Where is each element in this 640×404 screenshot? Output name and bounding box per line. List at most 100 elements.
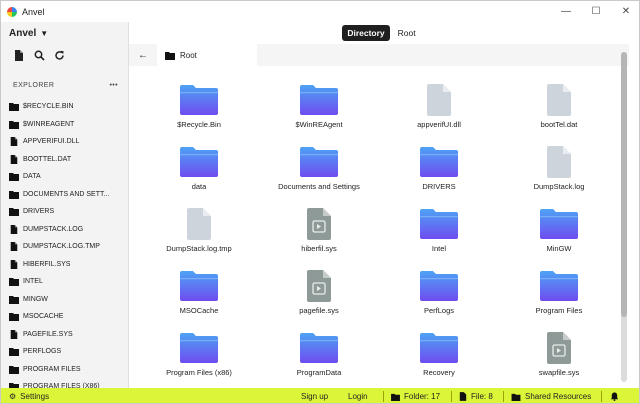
grid-item-label: MinGW bbox=[546, 244, 572, 253]
grid-item-icon bbox=[299, 330, 339, 364]
grid-item-icon bbox=[306, 206, 332, 240]
refresh-icon[interactable] bbox=[53, 50, 65, 64]
tab-root[interactable]: Root bbox=[398, 28, 416, 38]
notification-bell-icon[interactable] bbox=[610, 392, 619, 401]
grid-item-icon bbox=[546, 144, 572, 178]
folder-icon bbox=[9, 365, 19, 374]
grid-item[interactable]: Intel bbox=[379, 206, 499, 268]
grid-item[interactable]: $Recycle.Bin bbox=[139, 82, 259, 144]
folder-icon bbox=[9, 348, 19, 357]
file-icon bbox=[459, 392, 467, 401]
sidebar-item[interactable]: DUMPSTACK.LOG bbox=[1, 221, 128, 239]
sign-up-link[interactable]: Sign up bbox=[301, 392, 328, 401]
grid-item-label: Documents and Settings bbox=[278, 182, 360, 191]
folder-icon bbox=[180, 271, 218, 301]
maximize-button[interactable]: ☐ bbox=[581, 1, 611, 22]
status-divider bbox=[383, 391, 384, 402]
vertical-scrollbar[interactable] bbox=[621, 52, 627, 382]
folder-icon bbox=[420, 209, 458, 239]
document-icon bbox=[427, 84, 451, 116]
grid-item-icon bbox=[546, 82, 572, 116]
grid-item-icon bbox=[179, 268, 219, 302]
grid-item-label: $WinREAgent bbox=[295, 120, 343, 129]
status-divider bbox=[601, 391, 602, 402]
sidebar-item[interactable]: INTEL bbox=[1, 273, 128, 291]
sidebar-item[interactable]: DUMPSTACK.LOG.TMP bbox=[1, 238, 128, 256]
folder-icon bbox=[391, 393, 400, 401]
folder-icon bbox=[540, 271, 578, 301]
sidebar-item[interactable]: MINGW bbox=[1, 291, 128, 309]
sidebar-item[interactable]: $WINREAGENT bbox=[1, 116, 128, 134]
folder-icon bbox=[165, 51, 175, 60]
login-link[interactable]: Login bbox=[348, 392, 368, 401]
system-file-icon bbox=[547, 332, 571, 364]
grid-item[interactable]: PerfLogs bbox=[379, 268, 499, 330]
file-icon bbox=[10, 224, 18, 234]
grid-item[interactable]: DumpStack.log bbox=[499, 144, 619, 206]
shared-folder-icon bbox=[511, 393, 521, 401]
settings-button[interactable]: ⚙ Settings bbox=[9, 392, 49, 401]
grid-item[interactable]: data bbox=[139, 144, 259, 206]
view-tabs: Directory Root bbox=[129, 22, 629, 44]
file-grid: $Recycle.Bin $WinREAgent appverifUI.dll boo… bbox=[139, 82, 619, 392]
grid-item[interactable]: Recovery bbox=[379, 330, 499, 392]
grid-item[interactable]: appverifUI.dll bbox=[379, 82, 499, 144]
grid-item[interactable]: Program Files bbox=[499, 268, 619, 330]
grid-item[interactable]: hiberfil.sys bbox=[259, 206, 379, 268]
workspace-selector[interactable]: Anvel ▼ bbox=[1, 22, 128, 44]
grid-item[interactable]: DumpStack.log.tmp bbox=[139, 206, 259, 268]
folder-icon bbox=[180, 147, 218, 177]
sidebar-item[interactable]: PAGEFILE.SYS bbox=[1, 326, 128, 344]
sidebar-item[interactable]: DATA bbox=[1, 168, 128, 186]
more-options-icon[interactable]: ••• bbox=[109, 82, 118, 89]
sidebar-item[interactable]: $RECYCLE.BIN bbox=[1, 98, 128, 116]
sidebar-item[interactable]: PERFLOGS bbox=[1, 343, 128, 361]
sidebar-item[interactable]: HIBERFIL.SYS bbox=[1, 256, 128, 274]
status-divider bbox=[503, 391, 504, 402]
grid-item-icon bbox=[419, 144, 459, 178]
grid-item-label: ProgramData bbox=[296, 368, 342, 377]
back-arrow-icon[interactable]: ← bbox=[129, 50, 157, 61]
sidebar-item[interactable]: DOCUMENTS AND SETT... bbox=[1, 186, 128, 204]
file-icon bbox=[10, 329, 18, 339]
sidebar-item[interactable]: PROGRAM FILES bbox=[1, 361, 128, 379]
close-button[interactable]: ✕ bbox=[611, 1, 639, 22]
grid-item[interactable]: MSOCache bbox=[139, 268, 259, 330]
status-bar: ⚙ Settings Sign up Login Folder: 17 File… bbox=[1, 388, 639, 403]
sidebar-item[interactable]: BOOTTEL.DAT bbox=[1, 151, 128, 169]
grid-item-label: Intel bbox=[431, 244, 447, 253]
sidebar-item[interactable]: MSOCACHE bbox=[1, 308, 128, 326]
shared-resources-label: Shared Resources bbox=[525, 392, 592, 401]
grid-item-icon bbox=[419, 268, 459, 302]
grid-item[interactable]: swapfile.sys bbox=[499, 330, 619, 392]
new-file-icon[interactable] bbox=[13, 50, 25, 64]
grid-item[interactable]: $WinREAgent bbox=[259, 82, 379, 144]
search-icon[interactable] bbox=[33, 50, 45, 64]
grid-item[interactable]: MinGW bbox=[499, 206, 619, 268]
shared-resources-button[interactable]: Shared Resources bbox=[511, 392, 591, 401]
sidebar-item-label: PROGRAM FILES bbox=[23, 365, 81, 373]
grid-item-label: hiberfil.sys bbox=[301, 244, 337, 253]
grid-item[interactable]: DRIVERS bbox=[379, 144, 499, 206]
sidebar-item-label: DATA bbox=[23, 173, 41, 181]
sidebar: Anvel ▼ EXPLORER ••• $RECYCLE.BIN $WINREA… bbox=[1, 22, 129, 388]
document-icon bbox=[547, 84, 571, 116]
grid-item[interactable]: Documents and Settings bbox=[259, 144, 379, 206]
sidebar-item[interactable]: PROGRAM FILES (X86) bbox=[1, 378, 128, 388]
grid-item[interactable]: bootTel.dat bbox=[499, 82, 619, 144]
minimize-button[interactable]: — bbox=[551, 1, 581, 22]
explorer-label: EXPLORER bbox=[13, 81, 55, 89]
grid-item-icon bbox=[179, 330, 219, 364]
sidebar-item-label: MINGW bbox=[23, 295, 48, 303]
grid-item[interactable]: ProgramData bbox=[259, 330, 379, 392]
tab-directory[interactable]: Directory bbox=[342, 25, 390, 41]
grid-item[interactable]: pagefile.sys bbox=[259, 268, 379, 330]
grid-item-icon bbox=[179, 144, 219, 178]
scrollbar-thumb[interactable] bbox=[621, 52, 627, 317]
grid-item-label: $Recycle.Bin bbox=[177, 120, 221, 129]
sidebar-item[interactable]: APPVERIFUI.DLL bbox=[1, 133, 128, 151]
breadcrumb[interactable]: Root bbox=[157, 44, 257, 66]
sidebar-item[interactable]: DRIVERS bbox=[1, 203, 128, 221]
grid-item-icon bbox=[419, 330, 459, 364]
grid-item[interactable]: Program Files (x86) bbox=[139, 330, 259, 392]
